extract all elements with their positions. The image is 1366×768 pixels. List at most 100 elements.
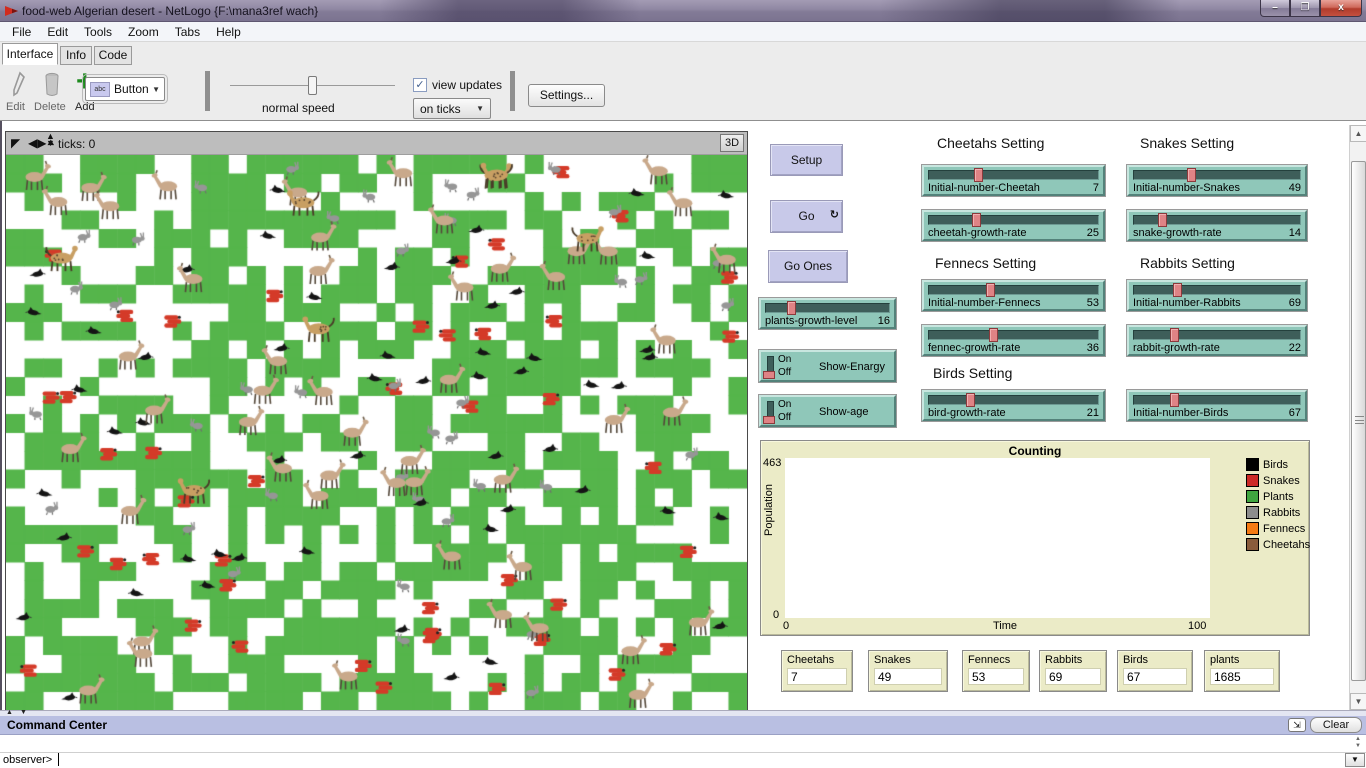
- slider-handle[interactable]: [1170, 328, 1179, 342]
- slider-handle[interactable]: [1187, 168, 1196, 182]
- horizontal-arrows-icon[interactable]: ◀▶: [28, 136, 46, 150]
- command-center-export-button[interactable]: ⇲: [1288, 718, 1306, 732]
- legend-swatch-fennecs: [1246, 522, 1259, 535]
- output-scrollbar[interactable]: ▲ ▼: [1352, 736, 1364, 752]
- edit-button-label[interactable]: Edit: [6, 101, 25, 113]
- slider-track: [765, 303, 890, 313]
- x-axis-max-label: 100: [1188, 620, 1206, 632]
- interface-vertical-scrollbar[interactable]: ▲ ▼: [1349, 125, 1366, 710]
- go-button[interactable]: Go ↻: [770, 200, 843, 233]
- slider-track: [928, 170, 1099, 180]
- delete-trash-icon[interactable]: [42, 71, 62, 97]
- slider-handle[interactable]: [986, 283, 995, 297]
- command-center-title: Command Center: [7, 718, 107, 732]
- scroll-up-icon[interactable]: ▲: [1352, 736, 1364, 743]
- command-input-row: observer> ▼: [0, 753, 1366, 768]
- command-history-dropdown[interactable]: ▼: [1345, 753, 1365, 767]
- menu-tabs[interactable]: Tabs: [167, 23, 208, 41]
- slider-value: 21: [1087, 407, 1099, 419]
- menu-zoom[interactable]: Zoom: [120, 23, 167, 41]
- y-axis-title: Population: [763, 484, 775, 536]
- 3d-view-button[interactable]: 3D: [720, 134, 744, 152]
- minimize-icon: –: [1272, 2, 1278, 13]
- widget-type-combobox[interactable]: abc Button ▼: [85, 77, 165, 101]
- interface-canvas: ◤ ◀▶ ⯅ ▲▼ ticks: 0 3D Setup Go ↻ Go Ones…: [0, 121, 1366, 710]
- menu-file[interactable]: File: [4, 23, 39, 41]
- world-view[interactable]: ◤ ◀▶ ⯅ ▲▼ ticks: 0 3D: [5, 131, 748, 710]
- toolbar-separator: [205, 71, 210, 111]
- slider-initial-number-snakes[interactable]: Initial-number-Snakes49: [1127, 165, 1307, 196]
- clear-button[interactable]: Clear: [1310, 717, 1362, 733]
- slider-fennec-growth-rate[interactable]: fennec-growth-rate36: [922, 325, 1105, 356]
- slider-handle[interactable]: [1170, 393, 1179, 407]
- tab-info[interactable]: Info: [60, 46, 92, 65]
- splitter-down-icon[interactable]: ▼: [20, 709, 27, 716]
- legend-label: Snakes: [1263, 475, 1300, 487]
- slider-snake-growth-rate[interactable]: snake-growth-rate14: [1127, 210, 1307, 241]
- slider-initial-number-cheetah[interactable]: Initial-number-Cheetah7: [922, 165, 1105, 196]
- slider-track: [928, 285, 1099, 295]
- restore-button[interactable]: ❐: [1290, 0, 1320, 17]
- legend-label: Rabbits: [1263, 507, 1300, 519]
- switch-show-energy[interactable]: OnOff Show-Enargy: [759, 350, 896, 382]
- setup-button[interactable]: Setup: [770, 144, 843, 176]
- splitter-up-icon[interactable]: ▲: [6, 709, 13, 716]
- slider-track: [1133, 170, 1301, 180]
- section-title-fennecs: Fennecs Setting: [935, 255, 1036, 271]
- slider-initial-number-fennecs[interactable]: Initial-number-Fennecs53: [922, 280, 1105, 311]
- switch-on-label: On: [778, 399, 791, 410]
- slider-label: Initial-number-Rabbits: [1133, 297, 1241, 309]
- scroll-down-icon[interactable]: ▼: [1350, 693, 1366, 710]
- update-mode-combobox[interactable]: on ticks ▼: [413, 98, 491, 119]
- scroll-down-icon[interactable]: ▼: [1352, 743, 1364, 750]
- plot-title: Counting: [761, 444, 1309, 458]
- slider-rabbit-growth-rate[interactable]: rabbit-growth-rate22: [1127, 325, 1307, 356]
- menu-help[interactable]: Help: [208, 23, 249, 41]
- switch-handle[interactable]: [763, 416, 775, 424]
- world-grid[interactable]: [6, 155, 747, 710]
- scroll-up-icon[interactable]: ▲: [1350, 125, 1366, 142]
- legend-swatch-birds: [1246, 458, 1259, 471]
- slider-handle[interactable]: [787, 301, 796, 315]
- slider-handle[interactable]: [1173, 283, 1182, 297]
- slider-handle[interactable]: [972, 213, 981, 227]
- slider-label: Initial-number-Fennecs: [928, 297, 1041, 309]
- view-updates-checkbox[interactable]: ✓: [413, 78, 427, 92]
- slider-handle[interactable]: [989, 328, 998, 342]
- delete-button-label[interactable]: Delete: [34, 101, 66, 113]
- legend-swatch-plants: [1246, 490, 1259, 503]
- menu-tools[interactable]: Tools: [76, 23, 120, 41]
- go-ones-button[interactable]: Go Ones: [768, 250, 848, 283]
- tab-interface[interactable]: Interface: [2, 43, 58, 65]
- counting-plot[interactable]: Counting 463 0 Population 0 Time 100 Bir…: [760, 440, 1310, 636]
- speed-slider-thumb[interactable]: [308, 76, 317, 95]
- legend-label: Fennecs: [1263, 523, 1305, 535]
- slider-initial-number-birds[interactable]: Initial-number-Birds67: [1127, 390, 1307, 421]
- slider-bird-growth-rate[interactable]: bird-growth-rate21: [922, 390, 1105, 421]
- slider-initial-number-rabbits[interactable]: Initial-number-Rabbits69: [1127, 280, 1307, 311]
- slider-plants-growth-level[interactable]: plants-growth-level16: [759, 298, 896, 329]
- section-title-snakes: Snakes Setting: [1140, 135, 1234, 151]
- slider-handle[interactable]: [974, 168, 983, 182]
- settings-button[interactable]: Settings...: [528, 84, 605, 107]
- tab-code[interactable]: Code: [94, 46, 132, 65]
- switch-handle[interactable]: [763, 371, 775, 379]
- resize-corner-icon[interactable]: ◤: [11, 136, 20, 150]
- section-title-cheetahs: Cheetahs Setting: [937, 135, 1044, 151]
- slider-handle[interactable]: [1158, 213, 1167, 227]
- slider-cheetah-growth-rate[interactable]: cheetah-growth-rate25: [922, 210, 1105, 241]
- edit-pencil-icon[interactable]: [10, 71, 28, 97]
- slider-track: [1133, 395, 1301, 405]
- vertical-arrows-icon[interactable]: ▲▼: [46, 133, 55, 147]
- scrollbar-thumb[interactable]: [1351, 161, 1366, 681]
- slider-handle[interactable]: [966, 393, 975, 407]
- slider-value: 16: [878, 315, 890, 327]
- legend-item-snakes: Snakes: [1246, 474, 1300, 487]
- menu-edit[interactable]: Edit: [39, 23, 76, 41]
- switch-show-age[interactable]: OnOff Show-age: [759, 395, 896, 427]
- close-button[interactable]: x: [1320, 0, 1362, 17]
- slider-label: Initial-number-Snakes: [1133, 182, 1240, 194]
- monitor-label: Snakes: [874, 654, 942, 666]
- minimize-button[interactable]: –: [1260, 0, 1290, 17]
- add-button-label[interactable]: Add: [75, 101, 95, 113]
